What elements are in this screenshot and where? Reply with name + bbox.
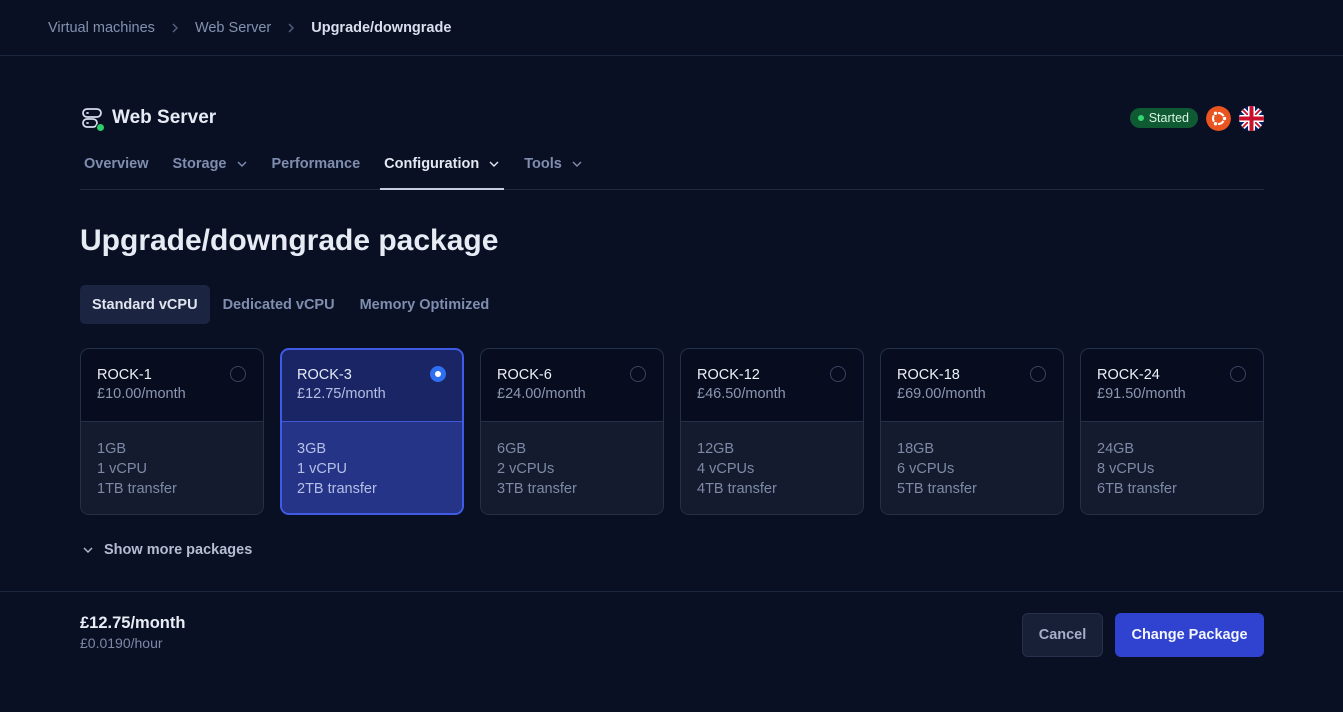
- package-transfer: 2TB transfer: [297, 481, 377, 497]
- package-price: £12.75/month: [297, 386, 386, 402]
- tab-label: Performance: [271, 156, 361, 172]
- tab-label: Overview: [84, 156, 149, 172]
- package-price: £10.00/month: [97, 386, 186, 402]
- package-transfer: 3TB transfer: [497, 481, 577, 497]
- package-ram: 6GB: [497, 441, 527, 457]
- package-card-rock-3[interactable]: ROCK-3 £12.75/month 3GB 1 vCPU 2TB trans…: [280, 348, 464, 515]
- tab-label: Storage: [172, 156, 227, 172]
- breadcrumb: Virtual machines Web Server Upgrade/down…: [0, 0, 1343, 56]
- chevron-down-icon: [488, 158, 500, 170]
- status-badge: Started: [1129, 108, 1198, 128]
- package-name: ROCK-24: [1097, 367, 1160, 383]
- ubuntu-icon: [1206, 105, 1231, 131]
- package-card-rock-1[interactable]: ROCK-1 £10.00/month 1GB 1 vCPU 1TB trans…: [80, 348, 264, 515]
- category-tab-dedicated-vcpu[interactable]: Dedicated vCPU: [211, 285, 347, 324]
- hourly-price: £0.0190/hour: [80, 635, 163, 651]
- show-more-label: Show more packages: [104, 542, 253, 558]
- breadcrumb-web-server[interactable]: Web Server: [195, 20, 271, 36]
- uk-flag-icon: [1239, 105, 1264, 131]
- package-ram: 18GB: [897, 441, 935, 457]
- tab-configuration[interactable]: Configuration: [380, 144, 505, 190]
- package-cpu: 6 vCPUs: [897, 461, 955, 477]
- package-name: ROCK-1: [97, 367, 152, 383]
- package-name: ROCK-12: [697, 367, 760, 383]
- server-icon: [80, 106, 105, 132]
- show-more-packages-button[interactable]: Show more packages: [82, 542, 252, 558]
- package-price: £46.50/month: [697, 386, 786, 402]
- tab-tools[interactable]: Tools: [520, 144, 587, 184]
- package-list: ROCK-1 £10.00/month 1GB 1 vCPU 1TB trans…: [80, 348, 1264, 515]
- package-cpu: 1 vCPU: [97, 461, 147, 477]
- package-card-rock-18[interactable]: ROCK-18 £69.00/month 18GB 6 vCPUs 5TB tr…: [880, 348, 1064, 515]
- monthly-price: £12.75/month: [80, 614, 186, 632]
- chevron-down-icon: [571, 158, 583, 170]
- chevron-right-icon: [285, 22, 297, 34]
- footer-bar: £12.75/month £0.0190/hour Cancel Change …: [0, 591, 1343, 712]
- package-cpu: 1 vCPU: [297, 461, 347, 477]
- package-transfer: 6TB transfer: [1097, 481, 1177, 497]
- package-radio[interactable]: [230, 366, 246, 382]
- vm-tabs: Overview Storage Performance Configurati…: [80, 144, 1264, 190]
- breadcrumb-current: Upgrade/downgrade: [311, 19, 452, 36]
- package-card-rock-12[interactable]: ROCK-12 £46.50/month 12GB 4 vCPUs 4TB tr…: [680, 348, 864, 515]
- package-radio-selected[interactable]: [430, 366, 446, 382]
- chevron-down-icon: [83, 547, 93, 553]
- tab-storage[interactable]: Storage: [169, 144, 252, 184]
- package-radio[interactable]: [630, 366, 646, 382]
- status-text: Started: [1148, 111, 1189, 125]
- package-name: ROCK-18: [897, 367, 960, 383]
- vm-title: Web Server: [112, 107, 217, 128]
- package-name: ROCK-3: [297, 367, 352, 383]
- package-radio[interactable]: [1030, 366, 1046, 382]
- breadcrumb-virtual-machines[interactable]: Virtual machines: [48, 20, 155, 36]
- package-price: £24.00/month: [497, 386, 586, 402]
- chevron-right-icon: [169, 22, 181, 34]
- cancel-button[interactable]: Cancel: [1022, 613, 1103, 657]
- chevron-down-icon: [236, 158, 248, 170]
- package-category-tabs: Standard vCPU Dedicated vCPU Memory Opti…: [80, 285, 502, 324]
- package-price: £91.50/month: [1097, 386, 1186, 402]
- package-card-rock-6[interactable]: ROCK-6 £24.00/month 6GB 2 vCPUs 3TB tran…: [480, 348, 664, 515]
- change-package-button[interactable]: Change Package: [1115, 613, 1264, 657]
- package-ram: 24GB: [1097, 441, 1135, 457]
- package-transfer: 5TB transfer: [897, 481, 977, 497]
- category-tab-memory-optimized[interactable]: Memory Optimized: [348, 285, 502, 324]
- package-price: £69.00/month: [897, 386, 986, 402]
- package-cpu: 8 vCPUs: [1097, 461, 1155, 477]
- package-card-rock-24[interactable]: ROCK-24 £91.50/month 24GB 8 vCPUs 6TB tr…: [1080, 348, 1264, 515]
- tab-performance[interactable]: Performance: [268, 144, 365, 184]
- tab-label: Tools: [524, 156, 562, 172]
- package-cpu: 2 vCPUs: [497, 461, 555, 477]
- package-name: ROCK-6: [497, 367, 552, 383]
- package-transfer: 1TB transfer: [97, 481, 177, 497]
- package-cpu: 4 vCPUs: [697, 461, 755, 477]
- category-tab-standard-vcpu[interactable]: Standard vCPU: [80, 285, 210, 324]
- vm-header: Web Server Started: [80, 105, 1264, 132]
- package-radio[interactable]: [1230, 366, 1246, 382]
- page-title: Upgrade/downgrade package: [80, 224, 499, 257]
- package-ram: 1GB: [97, 441, 127, 457]
- online-indicator: [96, 123, 105, 132]
- status-dot-icon: [1137, 115, 1144, 121]
- package-ram: 3GB: [297, 441, 327, 457]
- tab-label: Configuration: [384, 156, 480, 172]
- package-transfer: 4TB transfer: [697, 481, 777, 497]
- package-ram: 12GB: [697, 441, 735, 457]
- package-radio[interactable]: [830, 366, 846, 382]
- selected-price-summary: £12.75/month £0.0190/hour: [80, 614, 185, 651]
- tab-overview[interactable]: Overview: [80, 144, 153, 184]
